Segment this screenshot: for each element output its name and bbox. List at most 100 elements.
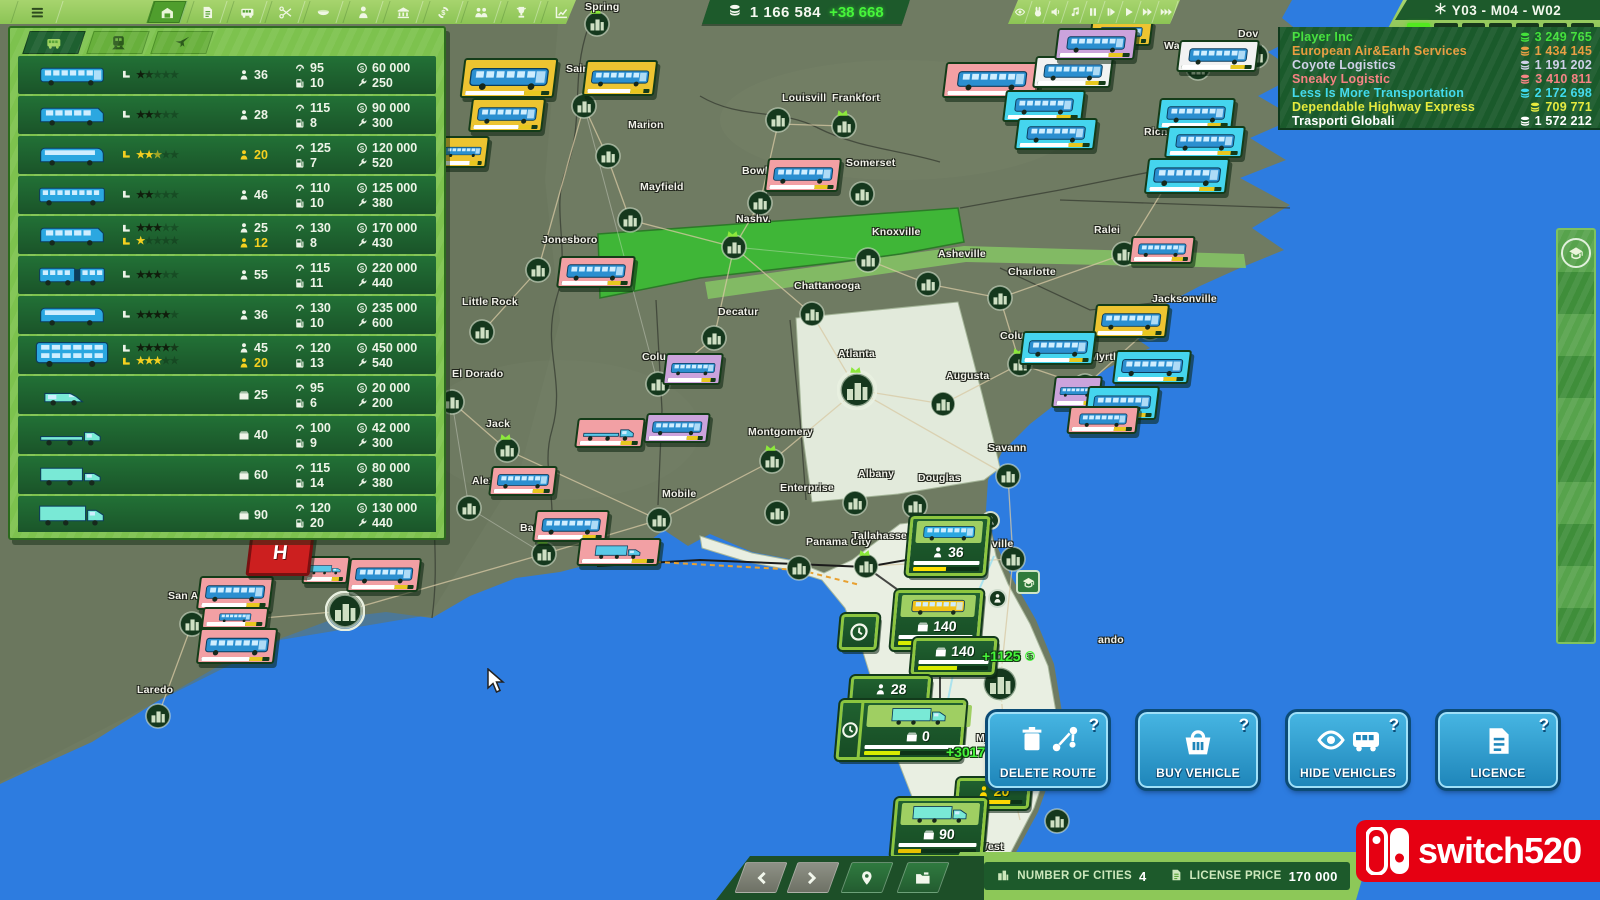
competitor-vehicle-tag[interactable]: [764, 158, 842, 192]
city-marker-frankfort[interactable]: [831, 113, 857, 139]
competitor-vehicle-tag[interactable]: [468, 98, 546, 132]
routes-folder-button[interactable]: [896, 862, 949, 893]
city-marker-mobile[interactable]: [646, 507, 672, 533]
toolbar-button-bank[interactable]: [382, 1, 423, 23]
action-button-buy-vehicle[interactable]: BUY VEHICLE?: [1138, 712, 1258, 788]
competitor-vehicle-tag[interactable]: [460, 58, 559, 98]
competitor-vehicle-tag[interactable]: [1066, 406, 1139, 434]
city-marker-decatur[interactable]: [701, 325, 727, 351]
competitor-vehicle-tag[interactable]: [662, 353, 724, 385]
city-marker-chattanooga[interactable]: [799, 301, 825, 327]
player-vehicle-card[interactable]: 90: [890, 798, 987, 858]
menu-button[interactable]: [10, 1, 63, 23]
competitor-vehicle-tag[interactable]: [556, 256, 636, 288]
city-marker-charlotte[interactable]: [987, 285, 1013, 311]
competitor-vehicle-tag[interactable]: [576, 538, 661, 566]
competitor-vehicle-tag[interactable]: H: [245, 534, 314, 576]
toolbar-button-route-scissors[interactable]: [264, 1, 305, 23]
action-button-delete-route[interactable]: DELETE ROUTE?: [988, 712, 1108, 788]
help-badge[interactable]: ?: [1089, 715, 1099, 735]
competitor-vehicle-tag[interactable]: [1019, 331, 1097, 365]
competitor-vehicle-tag[interactable]: [1014, 118, 1098, 150]
tab-bus[interactable]: [22, 31, 85, 54]
player-vehicle-card[interactable]: 140: [910, 638, 997, 675]
help-badge[interactable]: ?: [1389, 715, 1399, 735]
competitor-vehicle-tag[interactable]: [1176, 40, 1260, 72]
city-marker-enterprise[interactable]: [764, 500, 790, 526]
competitor-vehicle-tag[interactable]: [1092, 304, 1170, 338]
player-vehicle-card[interactable]: 0: [835, 700, 966, 760]
waiting-passenger-icon[interactable]: [988, 589, 1007, 608]
competitor-vehicle-tag[interactable]: [1164, 126, 1246, 158]
competitor-vehicle-tag[interactable]: [574, 418, 646, 448]
city-marker-albany[interactable]: [842, 490, 868, 516]
city-marker-savann[interactable]: [995, 463, 1021, 489]
city-marker-west[interactable]: [1044, 808, 1070, 834]
education-spot-icon[interactable]: [1016, 570, 1040, 594]
competitor-vehicle-tag[interactable]: [1128, 236, 1195, 264]
city-marker-somerset[interactable]: [849, 181, 875, 207]
city-marker-spring[interactable]: [584, 11, 610, 37]
competitor-vehicle-tag[interactable]: [1032, 56, 1114, 88]
city-marker-nashv[interactable]: [721, 234, 747, 260]
tab-train[interactable]: [86, 31, 149, 54]
competitor-vehicle-tag[interactable]: [488, 466, 558, 496]
competitor-vehicle-tag[interactable]: [582, 60, 658, 96]
vehicle-row[interactable]: ★★★★★3613010S235 000600: [18, 296, 436, 334]
vehicle-row[interactable]: ★★★★★★★★★★452012013S450 000540: [18, 336, 436, 374]
vehicle-row[interactable]: ★★★★★★★★★★25121308S170 000430: [18, 216, 436, 254]
city-marker-littlerock[interactable]: [469, 319, 495, 345]
action-button-hide-vehicles[interactable]: HIDE VEHICLES?: [1288, 712, 1408, 788]
toolbar-button-driver-cap[interactable]: [302, 1, 343, 23]
vehicle-row[interactable]: 25956S20 000200: [18, 376, 436, 414]
toolbar-button-bus[interactable]: [226, 1, 267, 23]
competitor-vehicle-tag[interactable]: [346, 558, 422, 592]
help-badge[interactable]: ?: [1539, 715, 1549, 735]
competitor-vehicle-tag[interactable]: [643, 413, 711, 443]
city-marker-panamacity[interactable]: [786, 555, 812, 581]
next-button[interactable]: [786, 862, 839, 893]
graduation-cap-icon[interactable]: [1561, 238, 1591, 268]
city-marker-jack[interactable]: [494, 437, 520, 463]
toolbar-button-loan[interactable]: $: [422, 1, 463, 23]
toolbar-button-staff[interactable]: [460, 1, 501, 23]
city-marker-marion[interactable]: [595, 143, 621, 169]
city-marker-ville[interactable]: [1000, 546, 1026, 572]
city-marker-atlanta[interactable]: [837, 370, 877, 410]
tab-plane[interactable]: [150, 31, 213, 54]
help-badge[interactable]: ?: [1239, 715, 1249, 735]
city-marker-knoxville[interactable]: [855, 247, 881, 273]
action-button-licence[interactable]: LICENCE?: [1438, 712, 1558, 788]
vehicle-row[interactable]: ★★★★★201257S120 000520: [18, 136, 436, 174]
competitor-vehicle-tag[interactable]: [1144, 158, 1230, 194]
vehicle-row[interactable]: ★★★★★4611010S125 000380: [18, 176, 436, 214]
city-marker-bowling[interactable]: [747, 190, 773, 216]
city-marker-jonesboro[interactable]: [525, 257, 551, 283]
city-marker-augusta[interactable]: [930, 391, 956, 417]
city-marker-laredo[interactable]: [145, 703, 171, 729]
vehicle-row[interactable]: 9012020S130 000440: [18, 496, 436, 532]
city-marker-asheville[interactable]: [915, 271, 941, 297]
city-marker-saint[interactable]: [571, 93, 597, 119]
vehicle-row[interactable]: 401009S42 000300: [18, 416, 436, 454]
city-marker[interactable]: [325, 591, 365, 631]
city-marker-tallahassee[interactable]: [853, 553, 879, 579]
vehicle-row[interactable]: 6011514S80 000380: [18, 456, 436, 494]
player-vehicle-card[interactable]: [838, 614, 879, 650]
toolbar-button-trophy[interactable]: [500, 1, 541, 23]
competitor-vehicle-tag[interactable]: [196, 576, 274, 610]
competitor-vehicle-tag[interactable]: [1054, 28, 1138, 60]
city-marker-montgomery[interactable]: [759, 448, 785, 474]
city-marker-louisvill[interactable]: [765, 107, 791, 133]
vehicle-row[interactable]: ★★★★★5511511S220 000440: [18, 256, 436, 294]
player-vehicle-card[interactable]: 36: [905, 516, 990, 576]
vehicle-row[interactable]: ★★★★★369510S60 000250: [18, 56, 436, 94]
vehicle-row[interactable]: ★★★★★281158S90 000300: [18, 96, 436, 134]
locate-button[interactable]: [840, 862, 893, 893]
competitor-vehicle-tag[interactable]: [1112, 350, 1192, 384]
city-marker-alexandri[interactable]: [456, 495, 482, 521]
toolbar-button-station[interactable]: [146, 1, 187, 23]
education-side-strip[interactable]: [1556, 228, 1596, 644]
city-marker-baton[interactable]: [531, 541, 557, 567]
toolbar-button-licence[interactable]: [186, 1, 227, 23]
